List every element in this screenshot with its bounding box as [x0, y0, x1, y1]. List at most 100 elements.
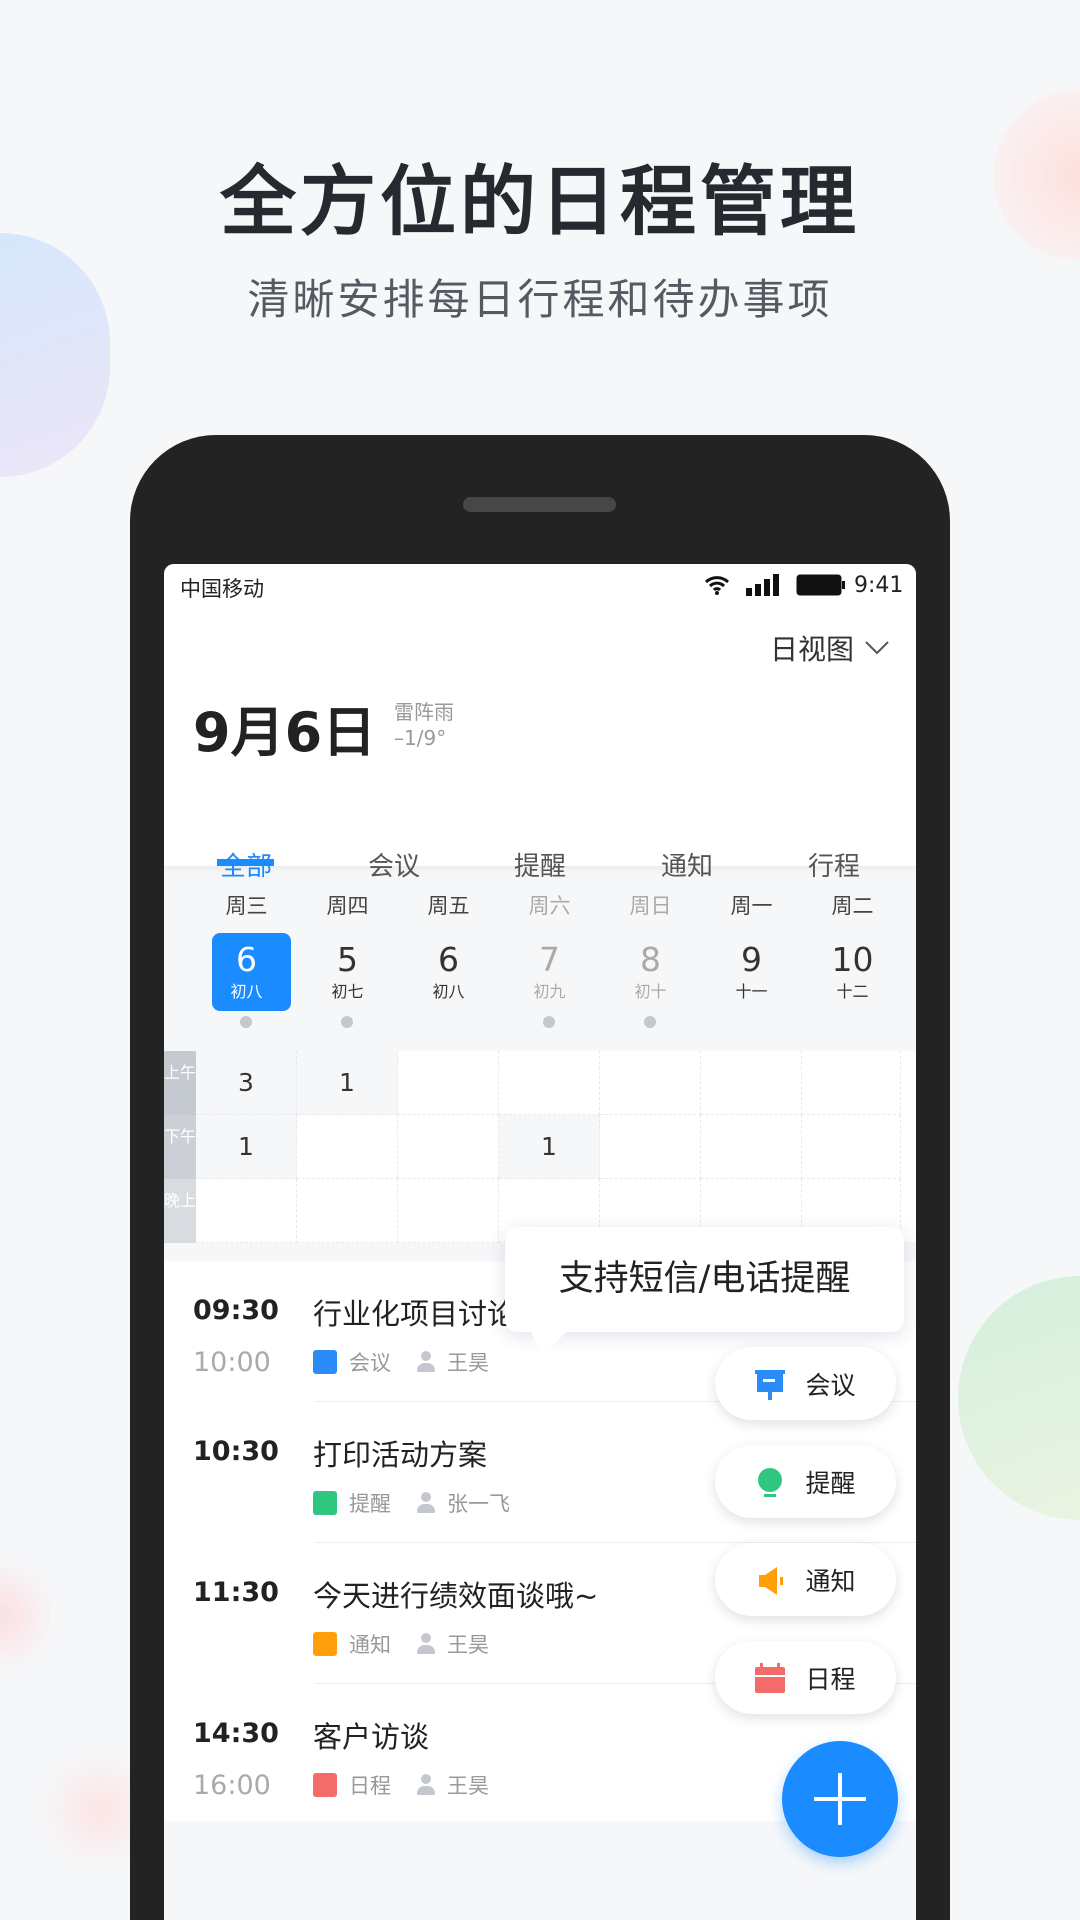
event-end: 10:00: [193, 1347, 271, 1378]
event-type-icon: [313, 1773, 337, 1797]
event-dot: [644, 1016, 656, 1028]
weekday-label: 周六: [528, 894, 571, 918]
weekday-label: 周二: [831, 894, 874, 918]
quick-add-label: 通知: [805, 1566, 856, 1596]
grid-cell[interactable]: [398, 1115, 499, 1179]
event-start: 11:30: [193, 1577, 279, 1608]
event-type-icon: [313, 1350, 337, 1374]
event-title: 客户访谈: [313, 1720, 430, 1754]
grid-cell[interactable]: 3: [196, 1051, 297, 1115]
day-number[interactable]: 6: [196, 940, 297, 979]
grid-cell[interactable]: [701, 1051, 802, 1115]
event-type-icon: [313, 1632, 337, 1656]
quick-add-meeting[interactable]: 会议: [715, 1347, 896, 1420]
event-type-icon: [313, 1491, 337, 1515]
weekday-label: 周五: [427, 894, 470, 918]
tooltip-text: 支持短信/电话提醒: [558, 1259, 851, 1299]
signal-icon: [746, 574, 779, 596]
speaker-icon: [755, 1565, 785, 1595]
quick-add-bulb[interactable]: 提醒: [715, 1445, 896, 1518]
battery-icon: [796, 574, 845, 596]
grid-cell[interactable]: [196, 1179, 297, 1243]
grid-cell[interactable]: 1: [196, 1115, 297, 1179]
grid-cell[interactable]: [802, 1115, 901, 1179]
day-number[interactable]: 8: [600, 940, 701, 979]
lunar-date: 初十: [634, 982, 667, 1001]
plus-icon: [814, 1773, 866, 1825]
clock: 9:41: [854, 573, 904, 598]
event-type: 提醒: [349, 1492, 391, 1516]
day-number[interactable]: 6: [398, 940, 499, 979]
event-start: 14:30: [193, 1718, 279, 1749]
event-dot: [543, 1016, 555, 1028]
tab-3[interactable]: 通知: [627, 846, 747, 883]
quick-add-label: 日程: [805, 1664, 856, 1694]
decor-blob: [958, 1276, 1080, 1520]
lunar-date: 十二: [836, 982, 869, 1001]
quick-add-label: 会议: [805, 1370, 856, 1400]
lunar-date: 初八: [230, 982, 263, 1001]
tab-4[interactable]: 行程: [774, 846, 894, 883]
tooltip: 支持短信/电话提醒: [505, 1227, 904, 1332]
hero-title: 全方位的日程管理: [220, 157, 860, 246]
event-type: 通知: [349, 1633, 391, 1657]
wifi-icon: [704, 576, 730, 595]
week-grid: 上午 3 1 下午 1 1 晚上: [164, 1051, 916, 1243]
grid-cell[interactable]: [297, 1115, 398, 1179]
chevron-down-icon: [865, 641, 889, 655]
person-icon: [417, 1774, 435, 1796]
meeting-icon: [755, 1369, 786, 1400]
grid-cell[interactable]: [398, 1051, 499, 1115]
row-label: 上午: [164, 1051, 196, 1115]
lunar-date: 初七: [331, 982, 364, 1001]
phone-speaker: [463, 497, 616, 512]
weekday-label: 周三: [225, 894, 268, 918]
day-number[interactable]: 7: [499, 940, 600, 979]
quick-add-calendar[interactable]: 日程: [715, 1641, 896, 1714]
add-button[interactable]: [782, 1741, 898, 1857]
grid-cell[interactable]: [600, 1051, 701, 1115]
row-label: 晚上: [164, 1179, 196, 1243]
quick-add-label: 提醒: [805, 1468, 856, 1498]
view-selector-label: 日视图: [769, 633, 854, 666]
status-bar: 中国移动 9:41: [164, 564, 916, 608]
grid-cell[interactable]: [398, 1179, 499, 1243]
grid-cell[interactable]: [600, 1115, 701, 1179]
hero-subtitle: 清晰安排每日行程和待办事项: [247, 275, 833, 324]
grid-cell[interactable]: 1: [297, 1051, 398, 1115]
decor-blob: [0, 1550, 50, 1680]
grid-cell[interactable]: [499, 1051, 600, 1115]
grid-cell[interactable]: [802, 1051, 901, 1115]
tooltip-arrow: [530, 1330, 568, 1356]
person-icon: [417, 1492, 435, 1514]
grid-cell[interactable]: [701, 1115, 802, 1179]
event-title: 打印活动方案: [313, 1438, 488, 1472]
day-number[interactable]: 9: [701, 940, 802, 979]
event-end: 16:00: [193, 1770, 271, 1801]
phone-screen: 中国移动 9:41 日视图 9月6日 雷阵雨 –1/9° 全部 会议 提醒 通知 行程 …: [164, 564, 916, 1920]
day-number[interactable]: 5: [297, 940, 398, 979]
tab-2[interactable]: 提醒: [480, 846, 600, 883]
grid-cell[interactable]: [297, 1179, 398, 1243]
event-person: 王昊: [447, 1351, 489, 1375]
event-dot: [240, 1016, 252, 1028]
day-number[interactable]: 10: [802, 940, 903, 979]
weekday-label: 周四: [326, 894, 369, 918]
quick-add-speaker[interactable]: 通知: [715, 1543, 896, 1616]
event-dot: [341, 1016, 353, 1028]
view-selector[interactable]: 日视图: [770, 628, 890, 668]
grid-cell[interactable]: 1: [499, 1115, 600, 1179]
person-icon: [417, 1351, 435, 1373]
lunar-date: 初九: [533, 982, 566, 1001]
event-person: 张一飞: [447, 1492, 510, 1516]
event-person: 王昊: [447, 1774, 489, 1798]
weather: 雷阵雨: [394, 700, 454, 724]
lunar-date: 初八: [432, 982, 465, 1001]
calendar-icon: [755, 1662, 786, 1693]
person-icon: [417, 1633, 435, 1655]
carrier: 中国移动: [180, 577, 264, 601]
tab-1[interactable]: 会议: [334, 846, 454, 883]
bulb-icon: [755, 1467, 785, 1497]
event-start: 10:30: [193, 1436, 279, 1467]
row-label: 下午: [164, 1115, 196, 1179]
